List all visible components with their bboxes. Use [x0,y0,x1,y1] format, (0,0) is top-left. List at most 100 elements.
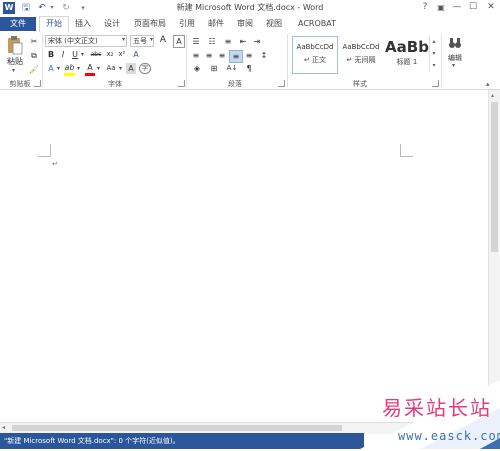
grow-font-icon[interactable]: A [158,35,168,46]
clear-formatting-icon[interactable]: A [131,49,141,60]
styles-group-label: 样式 [353,80,367,88]
style-heading1-name: 标题 1 [396,58,418,66]
sort-icon[interactable]: A↓ [225,63,239,74]
highlight-dropdown-icon[interactable]: ▾ [77,65,80,72]
justify-icon[interactable]: ≡ [229,50,243,63]
horizontal-scroll-thumb[interactable] [12,425,342,431]
paste-icon[interactable] [6,35,24,55]
align-center-icon[interactable]: ≡ [203,50,215,61]
watermark-url: www.easck.com [398,429,500,443]
tab-home[interactable]: 开始 [39,16,69,32]
text-effects-dropdown-icon[interactable]: ▾ [57,65,60,72]
enclose-char-icon[interactable]: 字 [139,63,151,74]
ribbon-display-options-icon[interactable]: ▣ [434,1,448,14]
customize-qat-icon[interactable]: ▾ [78,2,88,14]
scroll-left-icon[interactable]: ◂ [2,424,5,431]
style-heading1-sample: AaBb [385,38,429,56]
undo-dropdown-icon[interactable]: ▾ [48,2,56,14]
numbering-icon[interactable]: ☷ [206,36,218,47]
style-normal-sample: AaBbCcDd [296,43,334,51]
help-button[interactable]: ? [418,1,432,14]
maximize-button[interactable]: ☐ [466,1,480,14]
tab-mailings[interactable]: 邮件 [205,17,227,31]
font-name-dropdown-icon[interactable]: ▾ [122,36,125,43]
align-left-icon[interactable]: ≡ [190,50,202,61]
style-no-spacing-card[interactable]: AaBbCcDd ↵ 无间隔 [338,36,384,74]
tab-page-layout[interactable]: 页面布局 [131,17,169,31]
paragraph-group-label: 段落 [228,80,242,88]
distributed-icon[interactable]: ≡ [243,50,255,61]
font-dialog-launcher-icon[interactable] [178,80,185,87]
increase-indent-icon[interactable]: ⇥ [251,36,263,47]
change-case-dropdown-icon[interactable]: ▾ [119,65,122,72]
copy-icon[interactable]: ⧉ [28,50,40,61]
cut-icon[interactable]: ✂ [28,36,40,47]
document-page[interactable]: ↵ [0,90,488,422]
style-no-spacing-sample: AaBbCcDd [342,43,380,51]
status-bar: "新建 Microsoft Word 文档.docx": 0 个字符(近似值)。 [0,433,364,449]
collapse-ribbon-icon[interactable]: ▴ [486,80,490,88]
editing-dropdown-icon[interactable]: ▾ [452,62,455,69]
borders-icon[interactable]: ⊞ [208,63,220,74]
char-shading-icon[interactable]: A [126,63,136,74]
style-no-spacing-name: ↵ 无间隔 [346,56,376,64]
styles-scroll[interactable]: ▴ ▾ ▾ [429,36,438,72]
superscript-button[interactable]: x² [117,49,127,60]
tab-file[interactable]: 文件 [0,17,36,31]
paste-label[interactable]: 粘贴 [6,56,24,67]
show-marks-icon[interactable]: ¶ [243,63,255,74]
underline-dropdown-icon[interactable]: ▾ [81,51,84,58]
tab-review[interactable]: 审阅 [234,17,256,31]
font-color-dropdown-icon[interactable]: ▾ [97,65,100,72]
text-effects-icon[interactable]: A [46,63,56,74]
undo-icon[interactable]: ↶ [36,2,48,14]
bold-button[interactable]: B [46,49,56,60]
find-binoculars-icon[interactable] [448,36,462,50]
highlight-icon[interactable]: ab [64,62,75,76]
word-app-icon[interactable]: W [3,2,15,14]
shading-icon[interactable]: ◈ [190,63,204,74]
vertical-scrollbar[interactable]: ▴ [488,90,500,422]
clipboard-dialog-launcher-icon[interactable] [34,80,41,87]
font-size-dropdown-icon[interactable]: ▾ [150,36,153,43]
paste-dropdown-icon[interactable]: ▾ [12,67,15,74]
italic-button[interactable]: I [58,49,68,60]
strikethrough-button[interactable]: abc [89,49,103,60]
font-group-label: 字体 [108,80,122,88]
font-name-value: 宋体 (中文正文) [48,37,98,45]
minimize-button[interactable]: — [450,1,464,14]
underline-button[interactable]: U [70,49,80,60]
char-border-icon[interactable]: A [173,35,185,48]
watermark-site-name: 易采站长站 [382,396,492,420]
margin-corner-top-right [400,144,413,157]
bullets-icon[interactable]: ☰ [190,36,202,47]
tab-design[interactable]: 设计 [101,17,123,31]
tab-references[interactable]: 引用 [176,17,198,31]
group-divider [42,34,43,87]
tab-view[interactable]: 视图 [263,17,285,31]
change-case-icon[interactable]: Aa [104,63,118,74]
scroll-up-icon[interactable]: ▴ [491,92,494,99]
format-painter-icon[interactable]: 🖌 [28,64,40,75]
styles-dialog-launcher-icon[interactable] [432,80,439,87]
margin-corner-top-left [38,144,51,157]
tab-acrobat[interactable]: ACROBAT [294,17,340,31]
font-size-value: 五号 [133,37,147,45]
decrease-indent-icon[interactable]: ⇤ [237,36,249,47]
vertical-scroll-thumb[interactable] [491,102,498,252]
redo-icon[interactable]: ↻ [60,2,72,14]
line-spacing-icon[interactable]: ↕ [258,50,270,61]
style-heading1-card[interactable]: AaBb 标题 1 [384,36,430,74]
align-right-icon[interactable]: ≡ [216,50,228,61]
tab-insert[interactable]: 插入 [72,17,94,31]
clipboard-group-label: 剪贴板 [9,80,31,88]
subscript-button[interactable]: x₂ [105,49,115,60]
font-name-box[interactable]: 宋体 (中文正文) [45,35,127,47]
style-normal-name: ↵ 正文 [303,56,327,64]
style-normal-card[interactable]: AaBbCcDd ↵ 正文 [292,36,338,74]
font-color-icon[interactable]: A [85,62,95,76]
save-icon[interactable]: 🖫 [20,2,32,14]
multilevel-list-icon[interactable]: ≡ [222,36,234,47]
paragraph-dialog-launcher-icon[interactable] [278,80,285,87]
close-button[interactable]: ✕ [484,1,498,14]
